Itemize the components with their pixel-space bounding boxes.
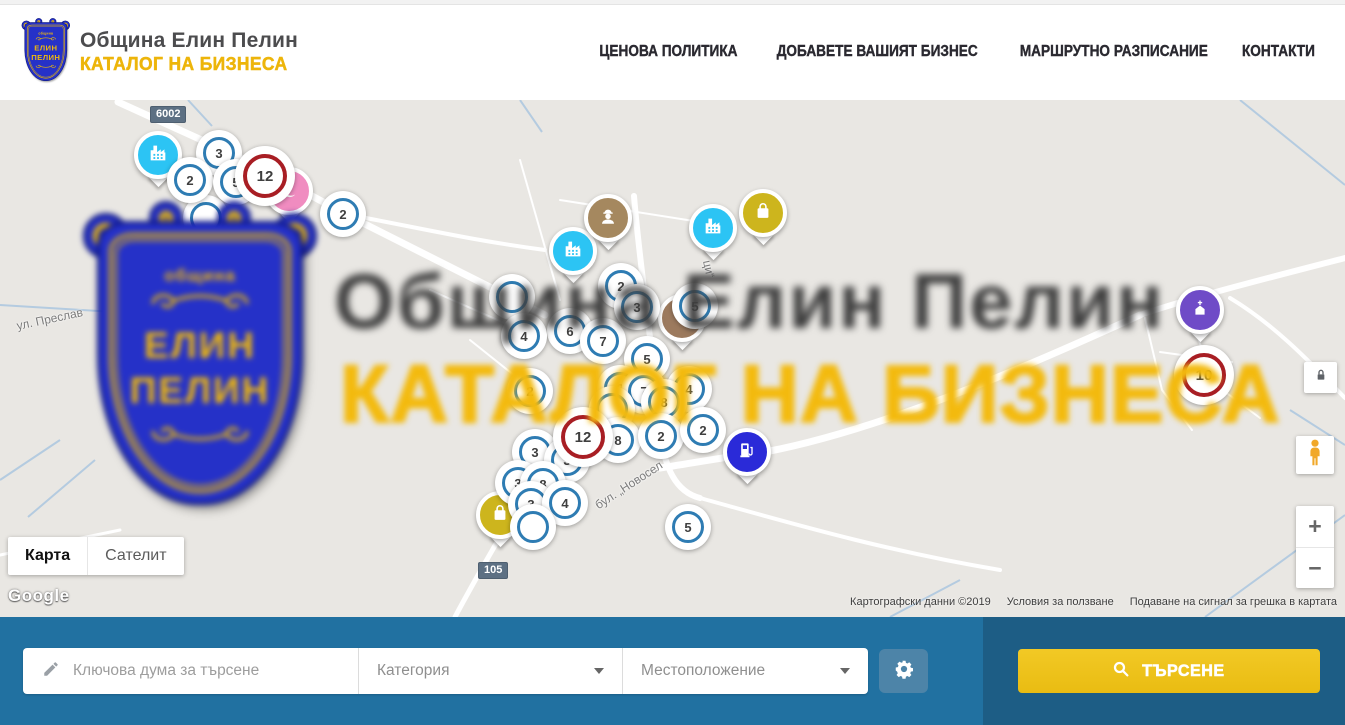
search-bar: Категория Местоположение ТЪРСЕНЕ bbox=[0, 617, 1345, 725]
cluster-count: 5 bbox=[643, 352, 650, 367]
search-icon bbox=[1112, 660, 1130, 683]
cluster-count: 2 bbox=[699, 423, 706, 438]
factory-icon bbox=[702, 215, 724, 242]
cluster-count: 8 bbox=[660, 395, 667, 410]
cluster-count: 5 bbox=[691, 299, 698, 314]
nav-item-0[interactable]: ЦЕНОВА ПОЛИТИКА bbox=[600, 43, 738, 61]
site-title: Община Елин Пелин bbox=[80, 29, 298, 53]
cluster-count: 3 bbox=[633, 300, 640, 315]
cluster-marker[interactable]: 12 bbox=[553, 407, 613, 467]
map-type-satellite-button[interactable]: Сателит bbox=[87, 537, 183, 575]
cluster-marker[interactable]: 2 bbox=[638, 413, 684, 459]
site-header: община ЕЛИН ПЕЛИН Община Елин Пелин КАТА… bbox=[0, 5, 1345, 99]
shopping-bag-icon bbox=[490, 503, 510, 528]
cluster-marker[interactable]: 2 bbox=[507, 368, 553, 414]
advanced-settings-button[interactable] bbox=[879, 649, 928, 693]
cluster-marker[interactable]: 2 bbox=[320, 191, 366, 237]
cluster-marker[interactable]: 5 bbox=[672, 283, 718, 329]
factory-icon bbox=[562, 238, 584, 265]
cluster-count: 12 bbox=[257, 168, 274, 185]
cluster-marker[interactable]: 2 bbox=[167, 157, 213, 203]
marker-church[interactable] bbox=[1174, 284, 1226, 350]
cluster-count: 3 bbox=[215, 146, 222, 161]
attribution-link-2[interactable]: Подаване на сигнал за грешка в картата bbox=[1130, 596, 1337, 608]
location-select-value: Местоположение bbox=[641, 662, 765, 680]
municipality-emblem: община ЕЛИН ПЕЛИН bbox=[22, 21, 70, 81]
road-number-badge: 6002 bbox=[150, 106, 186, 123]
cluster-count: 8 bbox=[614, 433, 621, 448]
cluster-count: 7 bbox=[599, 334, 606, 349]
map-canvas[interactable]: ул. Преславбул. „Новоселци“ 6002105 3251… bbox=[0, 100, 1345, 617]
map-attribution: Картографски данни ©2019 Условия за ползв… bbox=[850, 596, 1337, 608]
keyword-section bbox=[23, 648, 358, 694]
category-select[interactable]: Категория bbox=[358, 648, 622, 694]
emblem-shield: община ЕЛИН ПЕЛИН bbox=[24, 22, 67, 81]
nav-item-1[interactable]: ДОБАВЕТЕ ВАШИЯТ БИЗНЕС bbox=[777, 43, 978, 61]
street-view-pegman-button[interactable] bbox=[1296, 436, 1334, 474]
pencil-icon bbox=[42, 660, 60, 683]
nav-item-3[interactable]: КОНТАКТИ bbox=[1242, 43, 1315, 61]
cluster-marker[interactable]: 2 bbox=[680, 407, 726, 453]
emblem-org-text: община bbox=[29, 32, 62, 36]
map-type-control: Карта Сателит bbox=[8, 537, 184, 575]
cluster-count: 4 bbox=[561, 496, 568, 511]
road-number-badge: 105 bbox=[478, 562, 508, 579]
cluster-marker[interactable]: 7 bbox=[580, 318, 626, 364]
cluster-count: 4 bbox=[685, 382, 692, 397]
chevron-down-icon bbox=[840, 668, 850, 674]
cluster-marker[interactable]: 4 bbox=[501, 313, 547, 359]
attribution-link-1[interactable]: Условия за ползване bbox=[1007, 596, 1114, 608]
marker-fuel-pump[interactable] bbox=[721, 426, 773, 492]
cluster-marker[interactable]: 12 bbox=[235, 146, 295, 206]
municipality-logo: община ЕЛИН ПЕЛИН bbox=[22, 21, 70, 83]
shopping-bag-icon bbox=[753, 201, 773, 226]
lock-button[interactable] bbox=[1304, 362, 1337, 393]
search-field-group: Категория Местоположение bbox=[23, 648, 868, 694]
marker-factory[interactable] bbox=[687, 202, 739, 268]
lock-icon bbox=[1313, 367, 1329, 388]
marker-shopping-bag[interactable] bbox=[737, 187, 789, 253]
cluster-count: 3 bbox=[531, 445, 538, 460]
category-select-value: Категория bbox=[377, 662, 449, 680]
cluster-count: 2 bbox=[339, 207, 346, 222]
google-logo[interactable]: Google bbox=[8, 586, 70, 606]
emblem-flourish bbox=[34, 64, 57, 69]
cluster-count: 6 bbox=[566, 324, 573, 339]
map-type-map-button[interactable]: Карта bbox=[8, 537, 87, 575]
church-icon bbox=[1190, 298, 1210, 323]
cluster-marker[interactable]: 5 bbox=[665, 504, 711, 550]
site-subtitle: КАТАЛОГ НА БИЗНЕСА bbox=[80, 54, 288, 75]
factory-icon bbox=[147, 142, 169, 169]
cluster-marker[interactable]: 3 bbox=[614, 284, 660, 330]
search-button[interactable]: ТЪРСЕНЕ bbox=[1018, 649, 1320, 693]
zoom-out-button[interactable]: − bbox=[1296, 547, 1334, 588]
cluster-count: 4 bbox=[520, 329, 527, 344]
attribution-text: Картографски данни ©2019 bbox=[850, 596, 991, 608]
cluster-count: 12 bbox=[575, 429, 592, 446]
location-select[interactable]: Местоположение bbox=[622, 648, 868, 694]
cluster-count: 5 bbox=[684, 520, 691, 535]
chevron-down-icon bbox=[594, 668, 604, 674]
emblem-flourish bbox=[34, 36, 57, 41]
keyword-search-input[interactable] bbox=[73, 662, 323, 680]
cluster-count: 2 bbox=[657, 429, 664, 444]
marker-worker[interactable] bbox=[582, 192, 634, 258]
pegman-icon bbox=[1304, 438, 1326, 473]
cluster-count: 2 bbox=[526, 384, 533, 399]
emblem-name-line2: ПЕЛИН bbox=[29, 53, 62, 62]
cluster-marker[interactable]: 10 bbox=[1174, 345, 1234, 405]
gear-icon bbox=[893, 658, 915, 685]
brand-home-link[interactable]: община ЕЛИН ПЕЛИН Община Елин Пелин КАТА… bbox=[22, 21, 298, 83]
worker-icon bbox=[597, 205, 619, 232]
zoom-in-button[interactable]: + bbox=[1296, 506, 1334, 547]
search-button-label: ТЪРСЕНЕ bbox=[1142, 661, 1224, 681]
emblem-name-line1: ЕЛИН bbox=[29, 43, 62, 52]
zoom-control: + − bbox=[1296, 506, 1334, 588]
main-nav: ЦЕНОВА ПОЛИТИКА ДОБАВЕТЕ ВАШИЯТ БИЗНЕС МАР… bbox=[590, 43, 1320, 61]
fuel-pump-icon bbox=[737, 440, 757, 465]
cluster-count: 2 bbox=[186, 173, 193, 188]
cluster-count: 10 bbox=[1196, 367, 1213, 384]
cluster-marker[interactable] bbox=[510, 504, 556, 550]
nav-item-2[interactable]: МАРШРУТНО РАЗПИСАНИЕ bbox=[1020, 43, 1208, 61]
